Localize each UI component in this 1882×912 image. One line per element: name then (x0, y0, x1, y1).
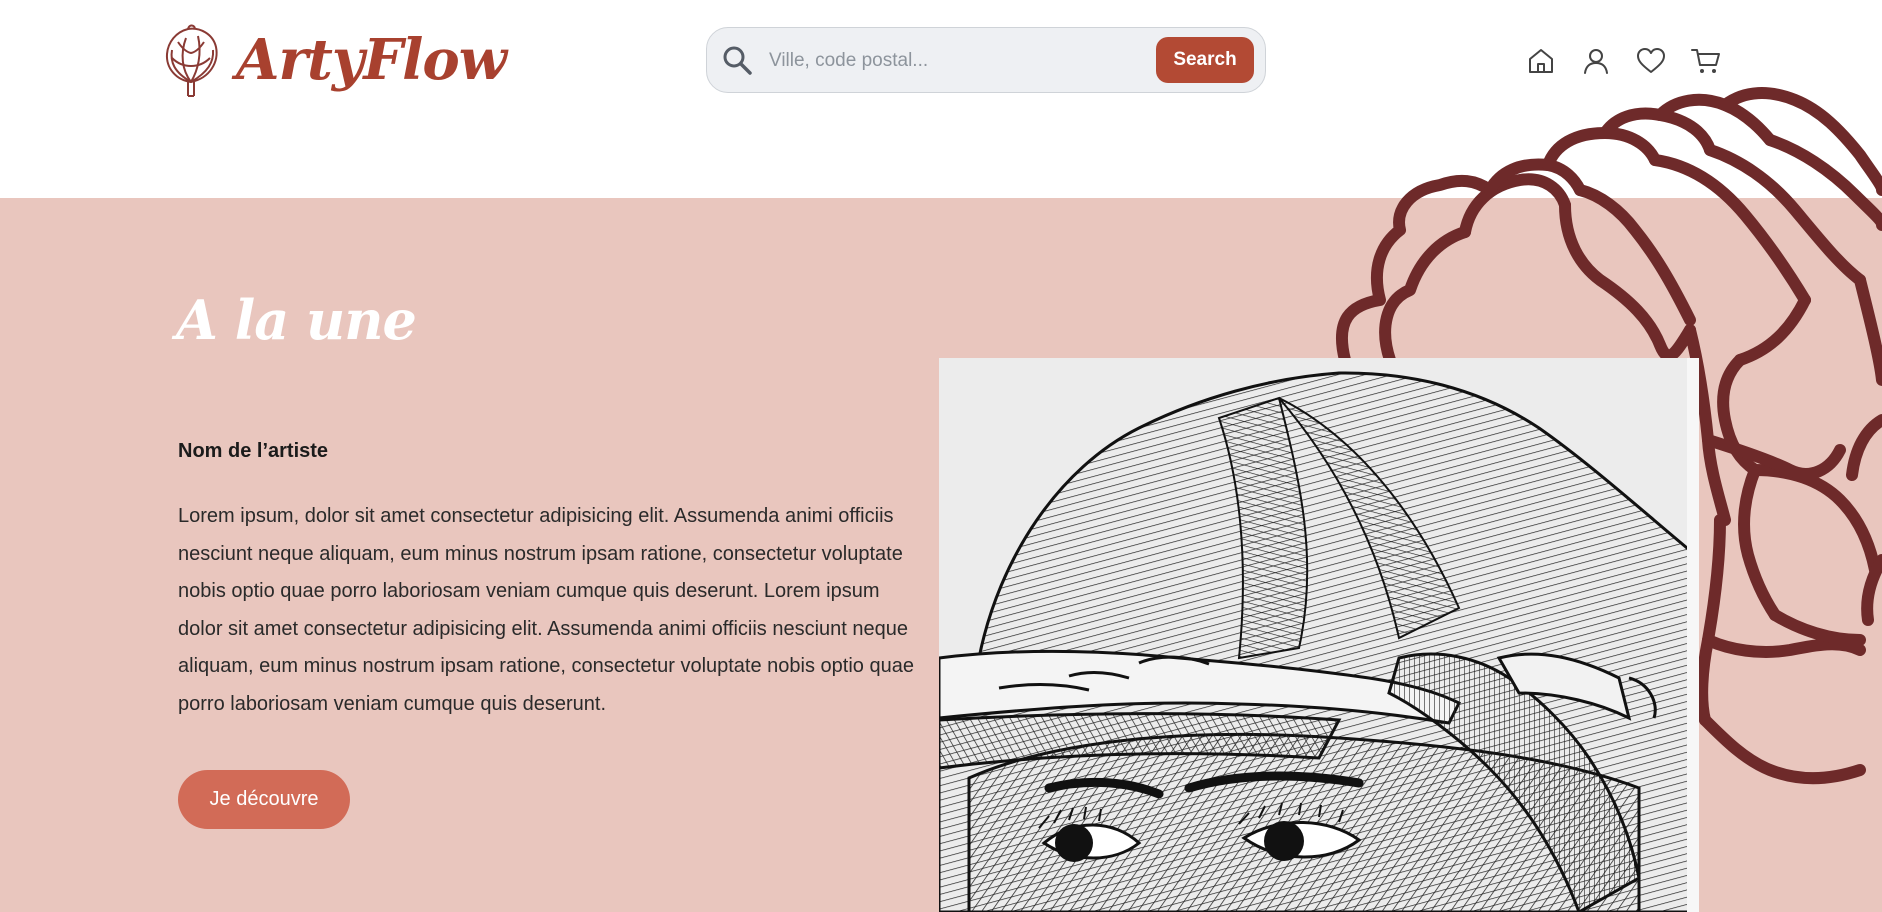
artist-description: Lorem ipsum, dolor sit amet consectetur … (178, 505, 914, 715)
site-header: ArtyFlow Search (0, 0, 1882, 198)
user-icon[interactable] (1579, 44, 1613, 78)
search-input[interactable] (767, 42, 1151, 80)
home-icon[interactable] (1524, 44, 1558, 78)
brand-logo[interactable]: ArtyFlow (158, 22, 507, 98)
header-nav (1524, 44, 1744, 78)
heart-icon[interactable] (1634, 44, 1668, 78)
search-icon (723, 46, 752, 75)
line-drawing-artwork (939, 358, 1699, 912)
cart-icon[interactable] (1689, 44, 1723, 78)
featured-artwork-image (939, 358, 1699, 912)
artichoke-icon (165, 24, 218, 97)
section-title: A la une (176, 288, 417, 352)
search-bar: Search (706, 27, 1266, 93)
search-button[interactable]: Search (1156, 37, 1254, 83)
brand-name: ArtyFlow (236, 27, 507, 93)
discover-button[interactable]: Je découvre (178, 770, 350, 829)
artist-name: Nom de l’artiste (178, 440, 329, 462)
